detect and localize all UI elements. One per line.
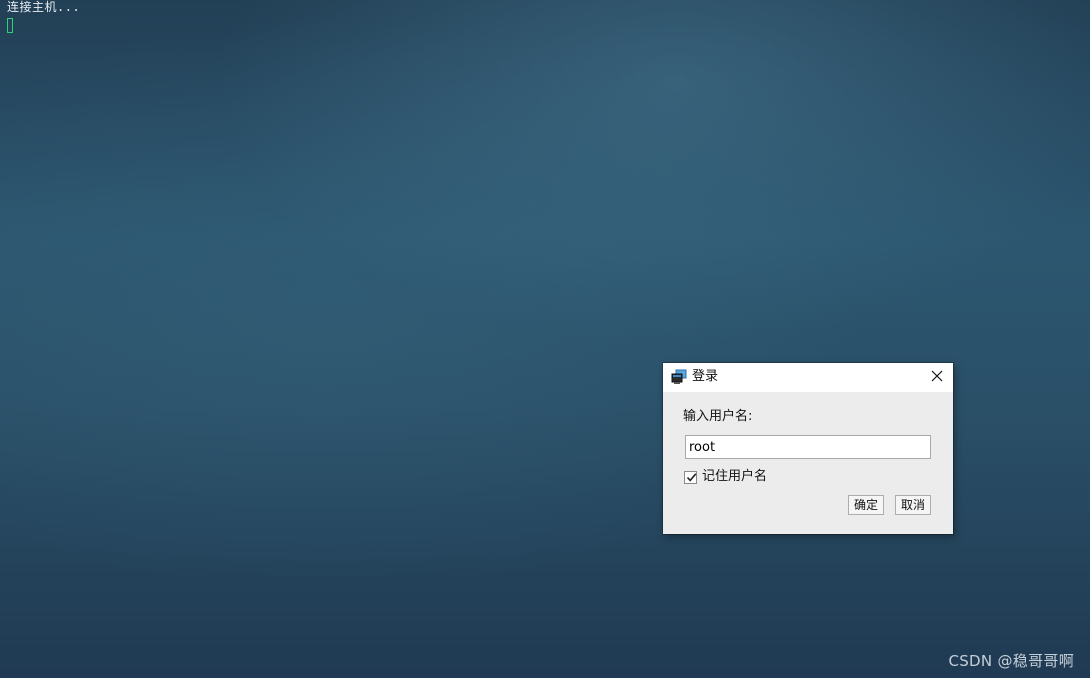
ok-button[interactable]: 确定 xyxy=(848,495,884,515)
csdn-watermark: CSDN @稳哥哥啊 xyxy=(948,652,1074,670)
username-input[interactable] xyxy=(685,435,931,459)
close-icon xyxy=(931,370,943,386)
terminal-cursor xyxy=(7,18,13,33)
dialog-titlebar[interactable]: 登录 xyxy=(663,363,953,392)
remember-username-label: 记住用户名 xyxy=(702,469,768,484)
remember-username-checkbox-row[interactable]: 记住用户名 xyxy=(684,468,767,486)
close-button[interactable] xyxy=(921,363,953,392)
cancel-button[interactable]: 取消 xyxy=(895,495,931,515)
dialog-title: 登录 xyxy=(692,369,719,384)
terminal-status-text: 连接主机... xyxy=(7,0,81,14)
remember-username-checkbox[interactable] xyxy=(684,470,697,484)
checkmark-icon xyxy=(686,472,697,482)
terminal-app-icon xyxy=(671,369,687,385)
username-prompt-label: 输入用户名: xyxy=(683,409,753,424)
login-dialog: 登录 输入用户名: 记住用户名 确定 取消 xyxy=(663,363,953,534)
